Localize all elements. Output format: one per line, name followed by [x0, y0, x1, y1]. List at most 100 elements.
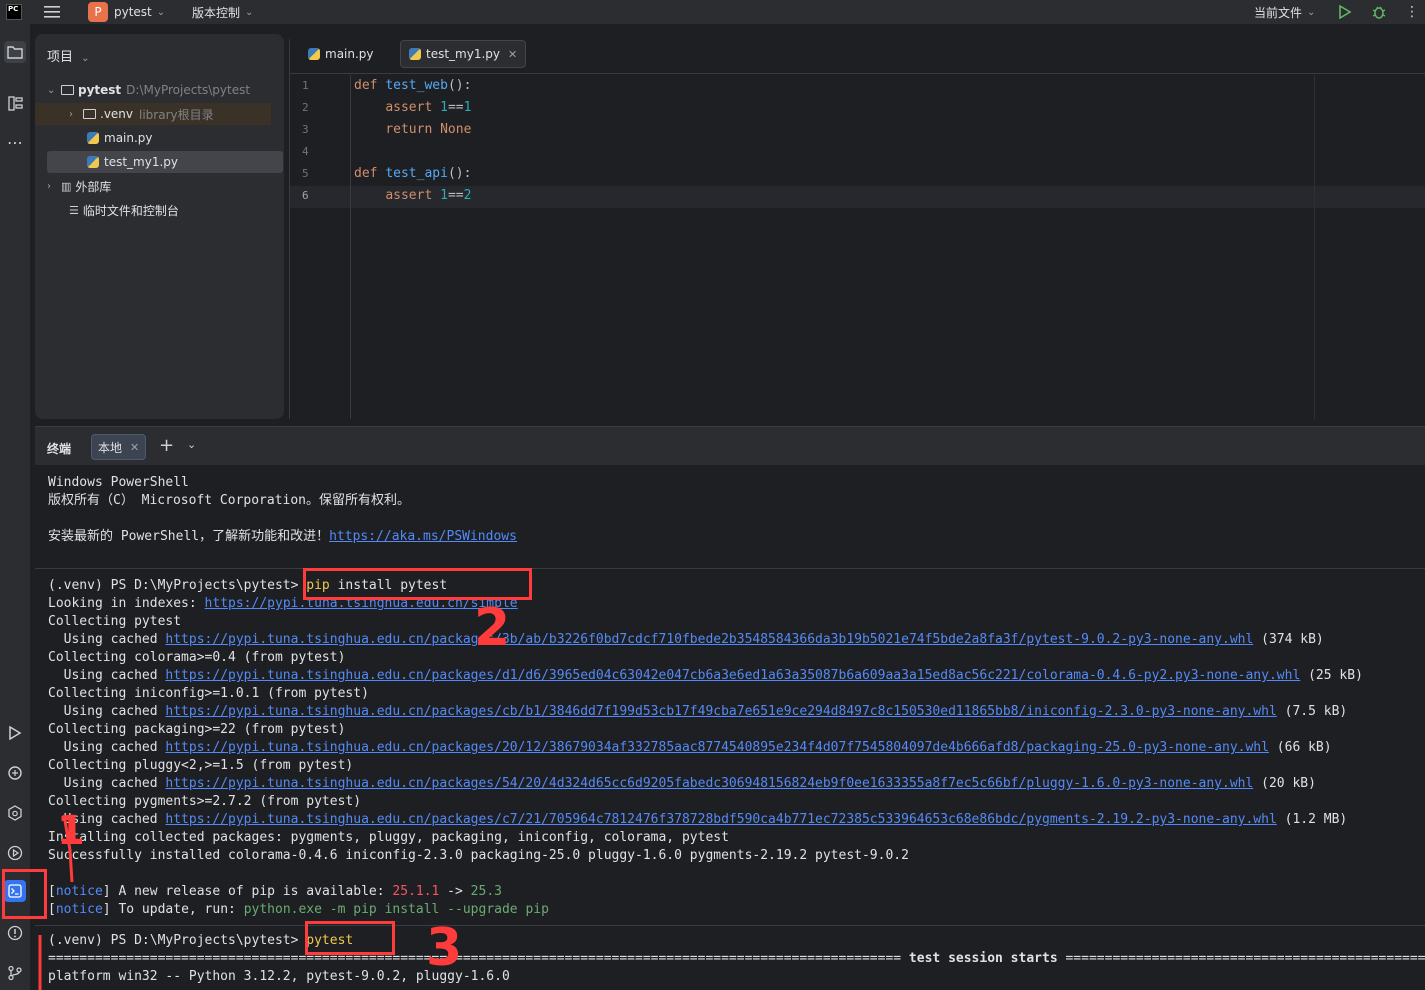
terminal-line: Using cached https://pypi.tuna.tsinghua.…	[48, 739, 1332, 757]
terminal-line: Using cached https://pypi.tuna.tsinghua.…	[48, 667, 1363, 685]
terminal-link[interactable]: https://pypi.tuna.tsinghua.edu.cn/packag…	[165, 704, 1276, 719]
session-rule-right: ========================================…	[1065, 951, 1425, 966]
terminal-link[interactable]: https://pypi.tuna.tsinghua.edu.cn/packag…	[165, 740, 1269, 755]
tree-item-label: test_my1.py	[104, 155, 179, 169]
project-panel: 项目 ⌄ ⌄ pytest D:\MyProjects\pytest › .ve…	[35, 34, 284, 419]
terminal-line: Collecting packaging>=22 (from pytest)	[48, 722, 346, 737]
terminal-link[interactable]: https://pypi.tuna.tsinghua.edu.cn/packag…	[165, 668, 1300, 683]
annotation-number: 1	[57, 808, 85, 854]
close-icon[interactable]: ✕	[508, 48, 517, 61]
problems-tool-button[interactable]	[4, 922, 26, 944]
notice-tag: notice	[55, 902, 103, 917]
terminal-tab-label: 本地	[98, 440, 123, 455]
terminal-text: (7.5 kB)	[1276, 704, 1348, 719]
terminal-line: Using cached https://pypi.tuna.tsinghua.…	[48, 631, 1324, 649]
more-tools-icon[interactable]: ⋯	[4, 131, 26, 153]
project-switcher[interactable]: P pytest ⌄	[88, 0, 165, 24]
terminal-text: (1.2 MB)	[1276, 812, 1348, 827]
annotation-box-terminal-button	[2, 869, 47, 919]
title-bar: PC P pytest ⌄ 版本控制 ⌄ 当前文件 ⌄ ⋮	[0, 0, 1425, 24]
terminal-text: A new release of pip is available:	[110, 884, 393, 899]
pip-old-version: 25.1.1	[392, 884, 440, 899]
tab-label: test_my1.py	[426, 47, 501, 61]
tree-item-project-root[interactable]: ⌄ pytest D:\MyProjects\pytest	[47, 79, 283, 101]
debug-button[interactable]	[1371, 0, 1387, 24]
tab-test-my1-py[interactable]: test_my1.py ✕	[400, 40, 527, 68]
tab-main-py[interactable]: main.py	[300, 40, 382, 68]
line-number: 4	[302, 145, 309, 158]
run-tool-button[interactable]	[4, 722, 26, 744]
chevron-down-icon: ⌄	[47, 84, 56, 96]
tree-item-main-py[interactable]: main.py	[47, 127, 283, 149]
chevron-down-icon: ⌄	[156, 6, 166, 18]
close-icon[interactable]: ✕	[130, 441, 139, 454]
terminal-prompt: (.venv) PS D:\MyProjects\pytest>	[48, 933, 307, 948]
code-line[interactable]: def test_api():	[354, 166, 471, 181]
run-button[interactable]	[1338, 0, 1352, 24]
terminal-text: ->	[439, 884, 471, 899]
vcs-menu[interactable]: 版本控制 ⌄	[192, 0, 253, 24]
terminal-line: Installing collected packages: pygments,…	[48, 830, 729, 845]
left-tool-strip: ⋯	[0, 24, 30, 990]
warning-circle-icon	[7, 925, 23, 941]
more-icon[interactable]: ⋮	[1405, 0, 1419, 24]
chevron-down-icon[interactable]: ⌄	[187, 438, 196, 451]
right-margin-guide	[1314, 75, 1315, 419]
main-menu-icon[interactable]	[44, 0, 60, 24]
terminal-text: (374 kB)	[1253, 632, 1324, 647]
terminal-line: Collecting pygments>=2.7.2 (from pytest)	[48, 794, 362, 809]
project-badge: P	[88, 2, 108, 22]
pycharm-logo[interactable]: PC	[6, 0, 22, 24]
code-line[interactable]: assert 1==2	[354, 188, 471, 203]
git-tool-button[interactable]	[4, 962, 26, 984]
editor: main.py test_my1.py ✕ 1 2 3 4 5 6 def te…	[289, 34, 1425, 419]
project-tool-button[interactable]	[4, 41, 26, 63]
tree-item-test-my1-py[interactable]: test_my1.py	[47, 151, 283, 173]
python-packages-button[interactable]	[4, 762, 26, 784]
tree-item-hint: library根目录	[139, 107, 214, 122]
folder-icon	[61, 85, 74, 95]
terminal-title: 终端	[47, 442, 72, 456]
notice-tag: notice	[55, 884, 103, 899]
code-line[interactable]: assert 1==1	[354, 100, 471, 115]
tree-item-external-libraries[interactable]: › ▥ 外部库	[47, 175, 283, 197]
terminal-text: 安装最新的 PowerShell，了解新功能和改进！	[48, 529, 330, 544]
tree-item-label: 外部库	[75, 179, 112, 194]
project-name: pytest	[114, 5, 152, 19]
code-line[interactable]: def test_web():	[354, 78, 471, 93]
terminal-tab-local[interactable]: 本地 ✕	[91, 434, 147, 460]
terminal-text: To update, run:	[110, 902, 244, 917]
scratches-icon: ☰	[69, 203, 79, 217]
terminal-header: 终端 本地 ✕ + ⌄	[35, 427, 1425, 465]
tree-item-label: 临时文件和控制台	[82, 203, 179, 218]
command-separator	[35, 925, 1425, 926]
chevron-down-icon: ⌄	[1307, 6, 1316, 18]
code-line[interactable]: return None	[354, 122, 471, 137]
tree-item-venv[interactable]: › .venv library根目录	[35, 103, 271, 125]
project-panel-header[interactable]: 项目 ⌄	[47, 46, 90, 65]
terminal-text: Looking in indexes:	[48, 596, 205, 611]
run-config-selector[interactable]: 当前文件 ⌄	[1254, 0, 1315, 24]
tree-item-path: D:\MyProjects\pytest	[126, 83, 251, 97]
new-terminal-plus-icon[interactable]: +	[159, 435, 174, 456]
terminal-line: Collecting colorama>=0.4 (from pytest)	[48, 650, 346, 665]
terminal-link[interactable]: https://aka.ms/PSWindows	[329, 529, 517, 544]
terminal-text: Using cached	[48, 776, 166, 791]
folder-icon	[7, 45, 23, 59]
folder-icon	[83, 109, 96, 119]
python-file-icon	[87, 132, 99, 144]
terminal-line: Using cached https://pypi.tuna.tsinghua.…	[48, 775, 1316, 793]
terminal-link[interactable]: https://pypi.tuna.tsinghua.edu.cn/packag…	[165, 776, 1253, 791]
services-run-button[interactable]	[4, 842, 26, 864]
terminal-text: Using cached	[48, 704, 166, 719]
services-button[interactable]	[4, 802, 26, 824]
vcs-label: 版本控制	[192, 5, 241, 20]
terminal-link[interactable]: https://pypi.tuna.tsinghua.edu.cn/packag…	[165, 812, 1276, 827]
python-file-icon	[308, 48, 320, 60]
terminal-prompt: (.venv) PS D:\MyProjects\pytest>	[48, 578, 307, 593]
terminal-text: Using cached	[48, 740, 166, 755]
structure-tool-button[interactable]	[4, 92, 26, 114]
tree-item-scratches[interactable]: ☰ 临时文件和控制台	[47, 199, 283, 221]
terminal-link[interactable]: https://pypi.tuna.tsinghua.edu.cn/packag…	[165, 632, 1253, 647]
services-icon	[7, 845, 23, 861]
